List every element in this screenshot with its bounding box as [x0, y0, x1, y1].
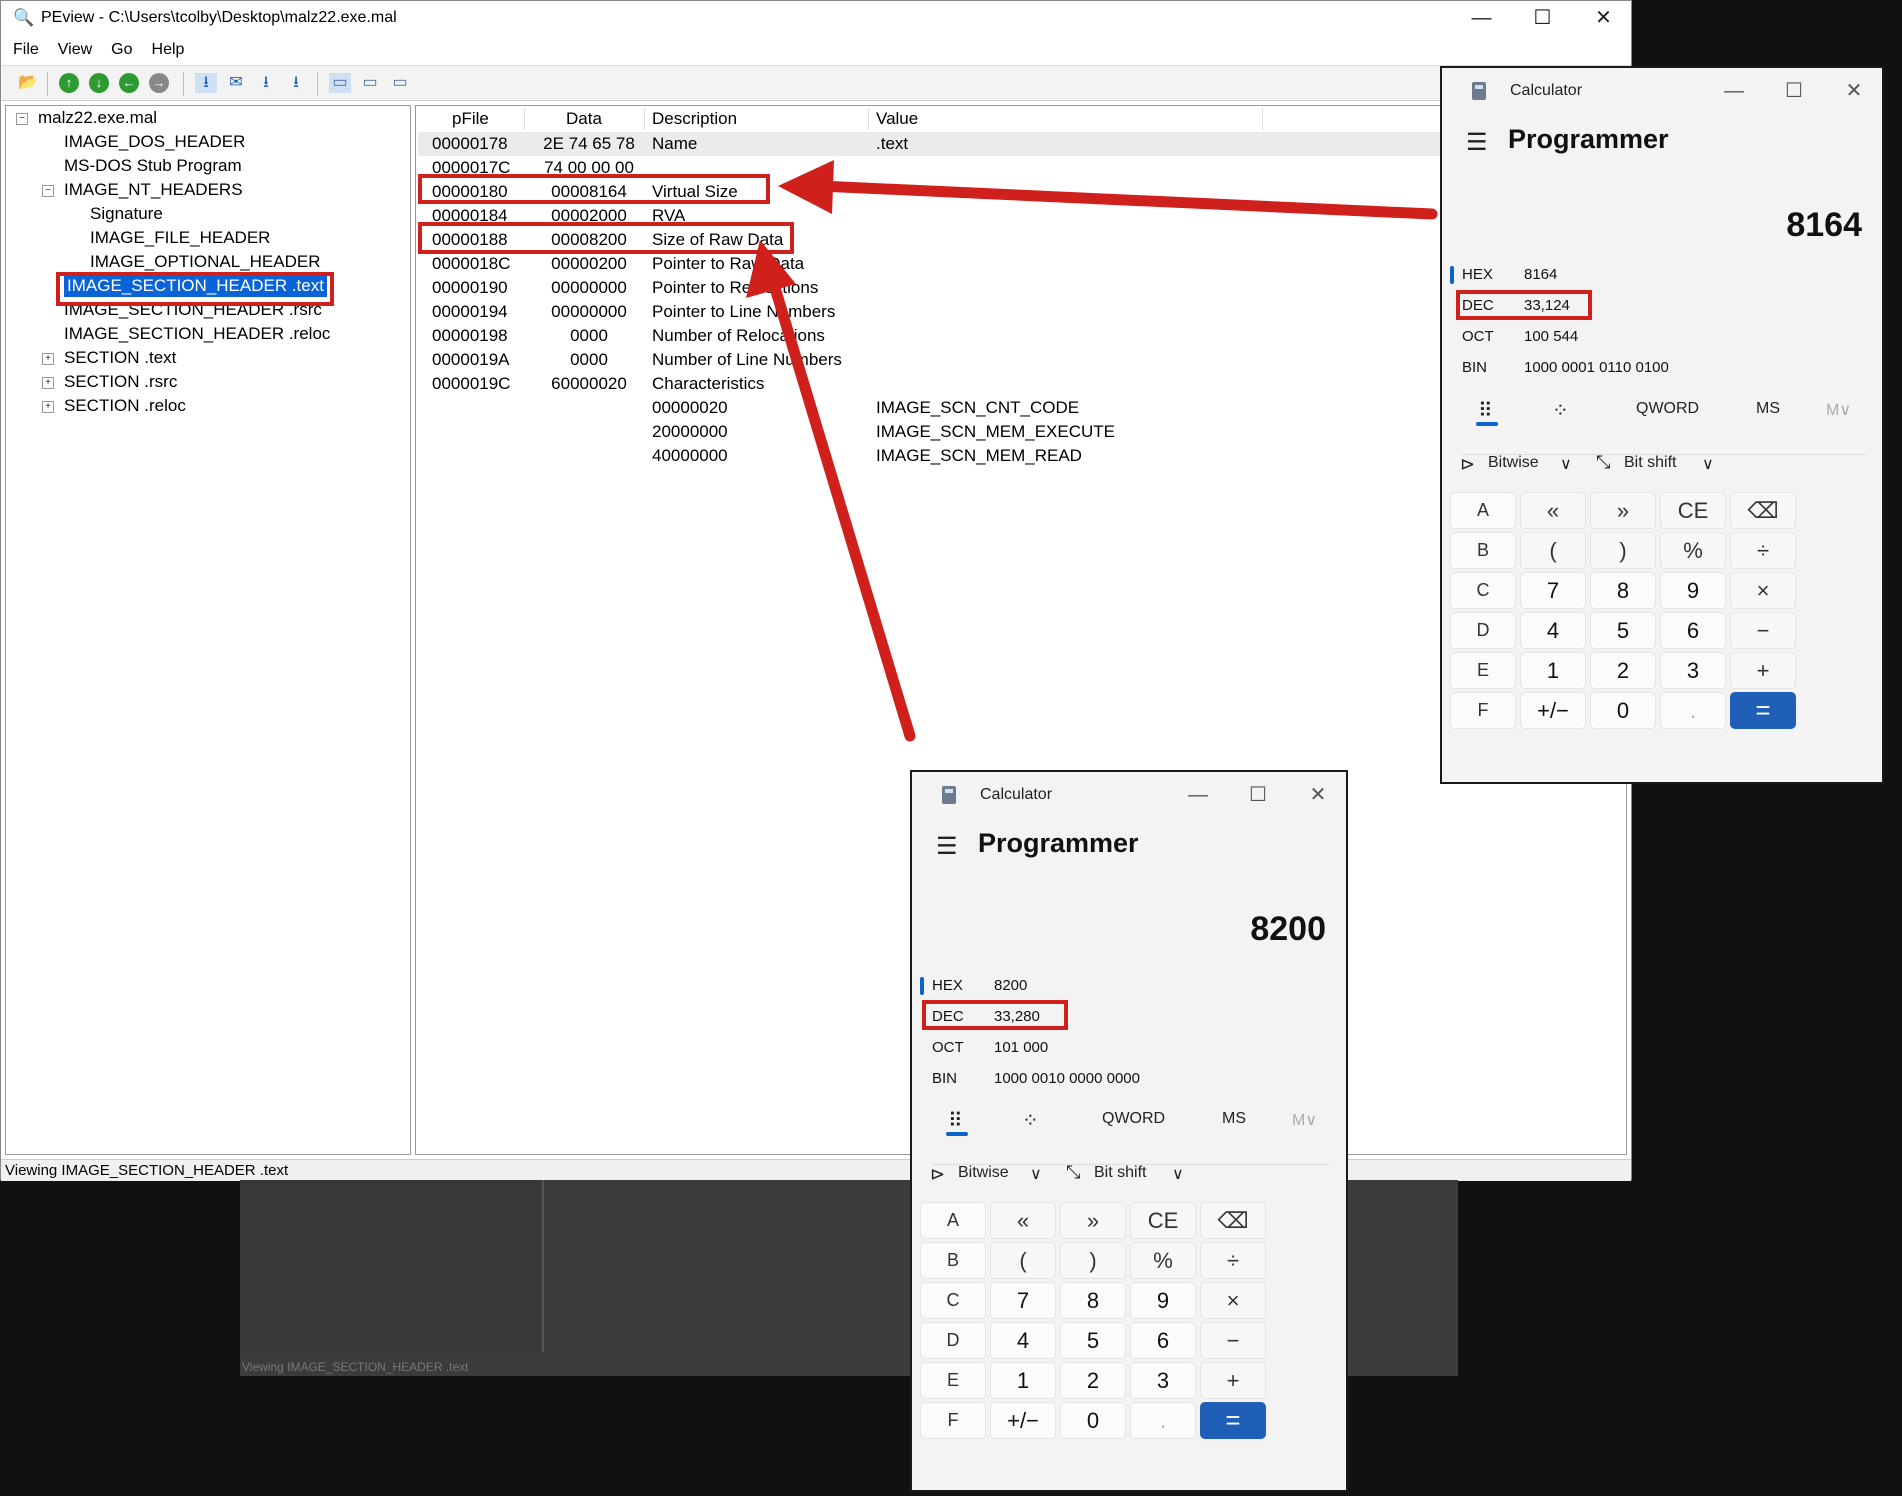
arrowhead	[746, 240, 796, 298]
arrow-to-virtual-size	[814, 180, 1438, 220]
arrow-to-raw-data-size	[766, 272, 916, 742]
annotation-arrows	[746, 160, 1438, 742]
arrowhead	[778, 160, 834, 214]
